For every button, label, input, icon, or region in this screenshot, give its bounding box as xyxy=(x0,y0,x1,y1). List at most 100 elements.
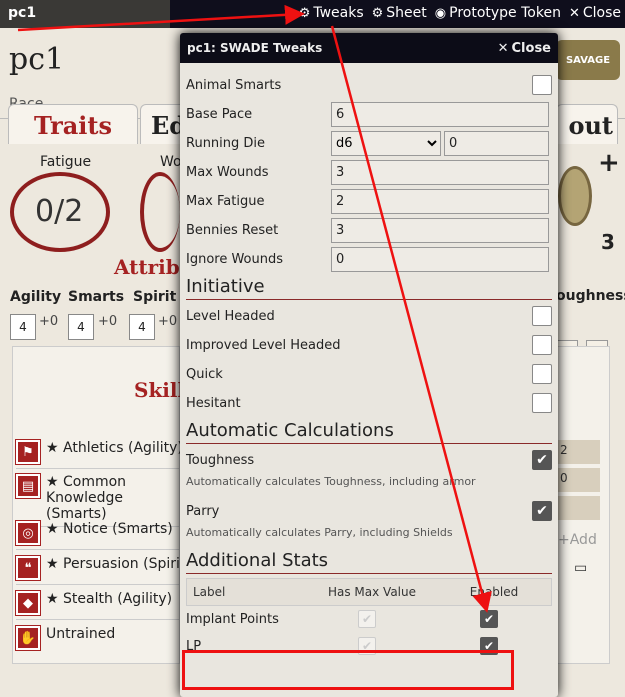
smarts-die[interactable]: 4 xyxy=(68,314,94,340)
level-headed-row: Level Headed xyxy=(186,302,552,331)
stat-label: Implant Points xyxy=(186,612,279,627)
tweaks-label: Tweaks xyxy=(313,5,364,21)
col-enabled: Enabled xyxy=(469,585,519,599)
dialog-title: pc1: SWADE Tweaks xyxy=(187,41,323,55)
max-wounds-row: Max Wounds xyxy=(186,158,552,187)
improved-level-headed-checkbox[interactable] xyxy=(532,335,552,355)
chat-icon[interactable]: ▭ xyxy=(574,560,587,576)
skill-label: ★ Common Knowledge (Smarts) xyxy=(46,474,127,522)
right-cell-empty xyxy=(556,496,600,520)
auto-toughness-row: Toughness ✔ xyxy=(186,446,552,475)
hesitant-label: Hesitant xyxy=(186,396,241,411)
base-pace-row: Base Pace xyxy=(186,100,552,129)
bennies-count: 3 xyxy=(601,230,615,254)
benny-medal-icon[interactable] xyxy=(558,166,592,226)
fatigue-value[interactable]: 0/2 xyxy=(35,194,83,229)
auto-parry-hint: Automatically calculates Parry, includin… xyxy=(186,526,453,539)
speech-icon: ❝ xyxy=(15,555,41,581)
prototype-token-button[interactable]: ◉ Prototype Token xyxy=(435,5,561,21)
level-headed-label: Level Headed xyxy=(186,309,275,324)
window-close-button[interactable]: ✕ Close xyxy=(569,5,621,21)
implant-has-max-checkbox: ✔ xyxy=(358,610,376,628)
fatigue-label: Fatigue xyxy=(40,154,92,170)
spirit-die[interactable]: 4 xyxy=(129,314,155,340)
col-label: Label xyxy=(193,585,226,599)
animal-smarts-label: Animal Smarts xyxy=(186,78,282,93)
skill-athletics[interactable]: ⚑ ★ Athletics (Agility) xyxy=(15,439,186,469)
auto-toughness-label: Toughness xyxy=(186,453,255,468)
skill-common-knowledge[interactable]: ▤ ★ Common Knowledge (Smarts) xyxy=(15,473,186,527)
max-wounds-input[interactable] xyxy=(331,160,549,185)
implant-enabled-checkbox[interactable]: ✔ xyxy=(480,610,498,628)
base-pace-input[interactable] xyxy=(331,102,549,127)
right-cell: 0 xyxy=(556,468,600,492)
tweaks-button[interactable]: ⚙ Tweaks xyxy=(299,5,364,21)
tab-about[interactable]: out xyxy=(556,104,618,144)
skill-untrained[interactable]: ✋ Untrained xyxy=(15,625,186,654)
base-pace-label: Base Pace xyxy=(186,107,253,122)
initiative-heading: Initiative xyxy=(186,276,552,300)
max-fatigue-input[interactable] xyxy=(331,189,549,214)
hesitant-row: Hesitant xyxy=(186,389,552,418)
max-wounds-label: Max Wounds xyxy=(186,165,269,180)
wounds-ring xyxy=(140,172,180,252)
running-mod-input[interactable] xyxy=(444,131,549,156)
close-icon: ✕ xyxy=(568,5,580,21)
quick-checkbox[interactable] xyxy=(532,364,552,384)
running-icon: ⚑ xyxy=(15,439,41,465)
add-skill-button[interactable]: +Add xyxy=(558,532,597,548)
running-die-row: Running Die d6 xyxy=(186,129,552,158)
animal-smarts-row: Animal Smarts xyxy=(186,71,552,100)
auto-parry-checkbox[interactable]: ✔ xyxy=(532,501,552,521)
auto-toughness-checkbox[interactable]: ✔ xyxy=(532,450,552,470)
attribute-agility: Agility xyxy=(10,289,62,305)
quick-row: Quick xyxy=(186,360,552,389)
dialog-close-button[interactable]: ✕ Close xyxy=(498,41,551,56)
skill-persuasion[interactable]: ❝ ★ Persuasion (Spirit xyxy=(15,555,186,585)
running-die-select[interactable]: d6 xyxy=(331,131,441,156)
tweaks-dialog: pc1: SWADE Tweaks ✕ Close Animal Smarts B… xyxy=(180,33,558,697)
running-die-label: Running Die xyxy=(186,136,266,151)
agility-die[interactable]: 4 xyxy=(10,314,36,340)
auto-calc-heading: Automatic Calculations xyxy=(186,420,552,444)
bennies-reset-input[interactable] xyxy=(331,218,549,243)
skill-label: ★ Persuasion (Spirit xyxy=(46,556,186,572)
eye-icon: ◎ xyxy=(15,520,41,546)
savage-worlds-logo: SAVAGE xyxy=(556,40,620,80)
hesitant-checkbox[interactable] xyxy=(532,393,552,413)
max-fatigue-row: Max Fatigue xyxy=(186,187,552,216)
ignore-wounds-label: Ignore Wounds xyxy=(186,252,284,267)
max-fatigue-label: Max Fatigue xyxy=(186,194,265,209)
smarts-mod[interactable]: +0 xyxy=(98,314,117,329)
animal-smarts-checkbox[interactable] xyxy=(532,75,552,95)
skill-stealth[interactable]: ◆ ★ Stealth (Agility) xyxy=(15,590,186,620)
quick-label: Quick xyxy=(186,367,223,382)
window-close-label: Close xyxy=(582,5,621,21)
auto-parry-label: Parry xyxy=(186,504,220,519)
window-title: pc1 xyxy=(8,5,37,21)
book-icon: ▤ xyxy=(15,473,41,499)
dialog-body: Animal Smarts Base Pace Running Die d6 M… xyxy=(180,63,558,660)
wounds-label: Wo xyxy=(160,154,182,170)
attribute-spirit: Spirit xyxy=(133,289,177,305)
header-buttons: ⚙ Tweaks ⚙ Sheet ◉ Prototype Token ✕ Close xyxy=(299,5,621,21)
prototype-token-label: Prototype Token xyxy=(449,5,561,21)
character-name[interactable]: pc1 xyxy=(9,42,64,77)
agility-mod[interactable]: +0 xyxy=(39,314,58,329)
add-benny-button[interactable]: + xyxy=(598,148,620,178)
attribute-smarts: Smarts xyxy=(68,289,125,305)
additional-stats-heading: Additional Stats xyxy=(186,550,552,574)
ignore-wounds-input[interactable] xyxy=(331,247,549,272)
bennies-reset-row: Bennies Reset xyxy=(186,216,552,245)
mask-icon: ◆ xyxy=(15,590,41,616)
tab-traits[interactable]: Traits xyxy=(8,104,138,144)
skill-notice[interactable]: ◎ ★ Notice (Smarts) xyxy=(15,520,186,550)
improved-level-headed-label: Improved Level Headed xyxy=(186,338,341,353)
dialog-close-label: Close xyxy=(511,40,551,56)
level-headed-checkbox[interactable] xyxy=(532,306,552,326)
window-header: pc1 ⚙ Tweaks ⚙ Sheet ◉ Prototype Token ✕ Clo… xyxy=(0,0,625,28)
sheet-button[interactable]: ⚙ Sheet xyxy=(372,5,427,21)
spirit-mod[interactable]: +0 xyxy=(158,314,177,329)
improved-level-headed-row: Improved Level Headed xyxy=(186,331,552,360)
skill-label: ★ Athletics (Agility) xyxy=(46,440,183,456)
